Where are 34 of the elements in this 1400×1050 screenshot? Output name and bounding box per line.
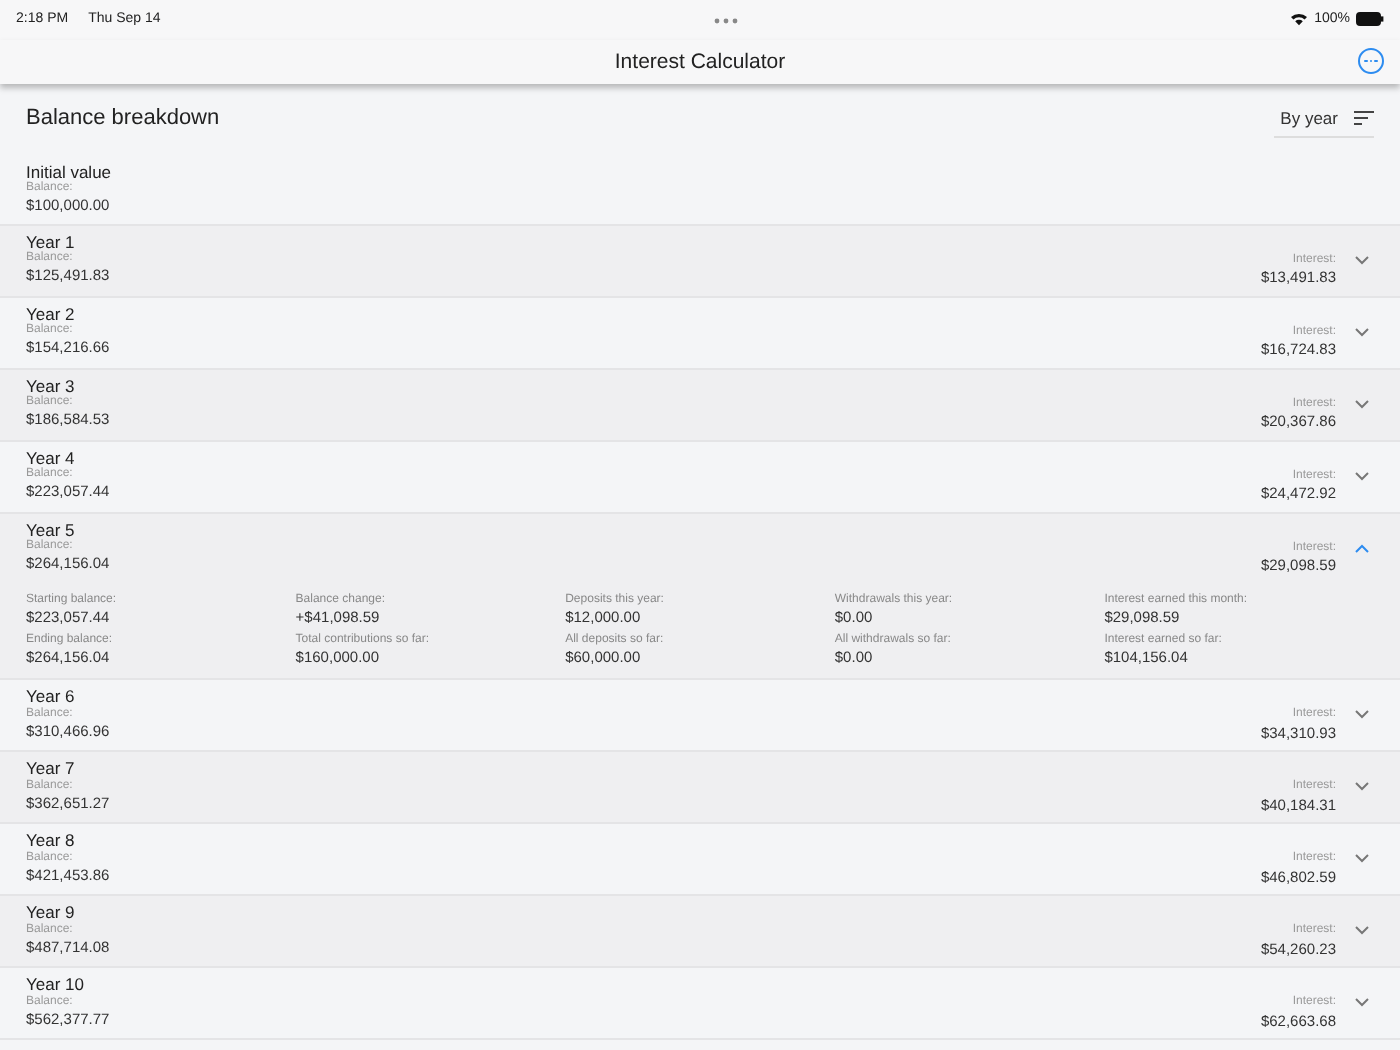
row-title: Year 10 — [26, 974, 84, 995]
chevron-icon — [1354, 996, 1370, 1009]
sort-icon — [1354, 109, 1374, 125]
row-title: Year 5 — [26, 520, 75, 540]
sort-dropdown[interactable]: By year — [1274, 103, 1374, 137]
chevron-icon — [1354, 470, 1370, 482]
row-title: Year 1 — [26, 232, 75, 252]
expand-button[interactable] — [1354, 254, 1374, 270]
chevron-icon — [1354, 780, 1370, 793]
collapse-button[interactable] — [1354, 542, 1374, 558]
chevron-icon — [1354, 326, 1370, 338]
row-title: Initial value — [26, 162, 112, 182]
more-dots-icon — [713, 17, 738, 23]
app-title: Interest Calculator — [614, 49, 786, 75]
expand-button[interactable] — [1354, 470, 1374, 486]
row-title: Year 7 — [26, 758, 75, 779]
row-title: Year 3 — [26, 376, 75, 396]
row-title: Year 4 — [26, 448, 75, 468]
battery-icon — [1356, 12, 1384, 27]
chevron-icon — [1354, 924, 1370, 937]
chevron-icon — [1354, 708, 1370, 721]
chevron-icon — [1354, 542, 1370, 554]
row-title: Year 8 — [26, 830, 75, 851]
expand-button[interactable] — [1354, 326, 1374, 342]
more-button[interactable] — [1358, 48, 1384, 74]
chevron-icon — [1354, 398, 1370, 410]
wifi-icon — [1290, 12, 1309, 27]
chevron-icon — [1354, 254, 1370, 266]
row-title: Year 2 — [26, 304, 75, 324]
expand-button[interactable] — [1354, 398, 1374, 414]
row-title: Year 6 — [26, 686, 75, 707]
chevron-icon — [1354, 852, 1370, 865]
section-title: Balance breakdown — [26, 106, 220, 134]
row-title: Year 9 — [26, 902, 75, 923]
